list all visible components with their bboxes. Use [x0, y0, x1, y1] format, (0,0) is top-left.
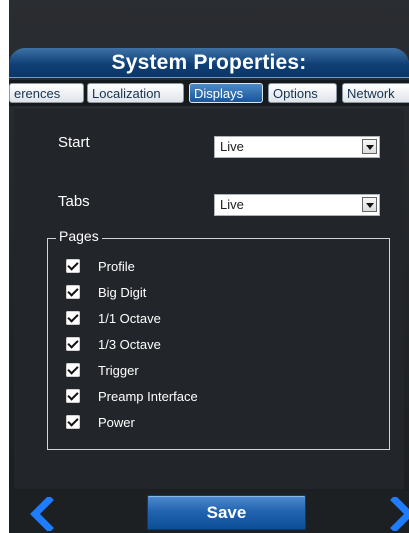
- start-select[interactable]: Live: [214, 136, 380, 158]
- tab-label: Displays: [194, 86, 244, 101]
- page-option-one-third-octave[interactable]: 1/3 Octave: [66, 335, 161, 353]
- tab-preferences[interactable]: erences: [9, 83, 84, 103]
- checkbox-checked-icon[interactable]: [66, 285, 80, 299]
- tab-label: Localization: [92, 86, 161, 101]
- page-option-trigger[interactable]: Trigger: [66, 361, 139, 379]
- bottom-navigation: Save: [9, 491, 409, 533]
- page-option-label: Trigger: [98, 362, 139, 378]
- tab-label: Network: [347, 86, 395, 101]
- checkbox-checked-icon[interactable]: [66, 363, 80, 377]
- tab-strip[interactable]: erences Localization Displays Options Ne…: [9, 80, 409, 106]
- page-option-profile[interactable]: Profile: [66, 257, 135, 275]
- checkbox-checked-icon[interactable]: [66, 259, 80, 273]
- tab-label: erences: [14, 86, 61, 101]
- dropdown-arrow-icon[interactable]: [362, 139, 377, 154]
- tabs-select[interactable]: Live: [214, 194, 380, 216]
- tab-localization[interactable]: Localization: [87, 83, 184, 103]
- checkbox-checked-icon[interactable]: [66, 337, 80, 351]
- system-properties-screen: System Properties: erences Localization …: [9, 0, 409, 533]
- tab-label: Options: [273, 86, 318, 101]
- dropdown-arrow-icon[interactable]: [362, 197, 377, 212]
- start-select-value: Live: [220, 139, 244, 154]
- page-option-power[interactable]: Power: [66, 413, 135, 431]
- pages-group: Pages Profile Big Digit 1/1 Octave 1/3 O…: [47, 228, 390, 450]
- chevron-right-icon[interactable]: [389, 497, 409, 531]
- tab-network[interactable]: Network: [342, 83, 409, 103]
- pages-group-label: Pages: [56, 228, 102, 244]
- checkbox-checked-icon[interactable]: [66, 389, 80, 403]
- page-option-one-one-octave[interactable]: 1/1 Octave: [66, 309, 161, 327]
- page-option-label: Power: [98, 414, 135, 430]
- tab-options[interactable]: Options: [268, 83, 337, 103]
- save-button-label: Save: [206, 503, 247, 522]
- page-option-label: 1/3 Octave: [98, 336, 161, 352]
- displays-panel: Start Live Tabs Live Pages Profile Big D…: [14, 109, 404, 489]
- checkbox-checked-icon[interactable]: [66, 415, 80, 429]
- page-option-label: Profile: [98, 258, 135, 274]
- start-label: Start: [58, 134, 90, 151]
- page-option-big-digit[interactable]: Big Digit: [66, 283, 146, 301]
- page-option-label: 1/1 Octave: [98, 310, 161, 326]
- page-option-preamp-interface[interactable]: Preamp Interface: [66, 387, 198, 405]
- chevron-left-icon[interactable]: [29, 497, 55, 531]
- page-title: System Properties:: [111, 51, 307, 74]
- title-bar: System Properties:: [9, 48, 409, 78]
- tab-displays[interactable]: Displays: [189, 83, 263, 103]
- tabs-label: Tabs: [58, 193, 90, 210]
- tabs-select-value: Live: [220, 197, 244, 212]
- save-button[interactable]: Save: [147, 495, 306, 530]
- page-option-label: Big Digit: [98, 284, 147, 300]
- page-option-label: Preamp Interface: [98, 388, 198, 404]
- checkbox-checked-icon[interactable]: [66, 311, 80, 325]
